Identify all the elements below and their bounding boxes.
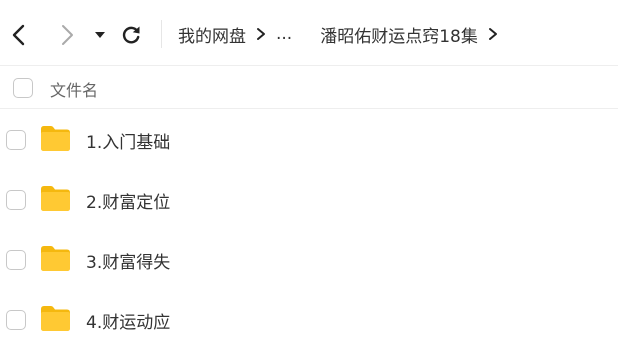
list-item[interactable]: 1.入门基础 bbox=[0, 112, 618, 168]
list-item[interactable]: 2.财富定位 bbox=[0, 172, 618, 228]
select-all-checkbox[interactable] bbox=[13, 78, 33, 98]
folder-icon bbox=[40, 304, 71, 332]
list-item[interactable]: 4.财运动应 bbox=[0, 292, 618, 348]
row-checkbox[interactable] bbox=[6, 310, 26, 330]
folder-icon bbox=[40, 184, 71, 212]
list-item[interactable]: 3.财富得失 bbox=[0, 232, 618, 288]
breadcrumb-ellipsis[interactable]: ... bbox=[276, 24, 292, 44]
caret-down-icon bbox=[95, 32, 105, 38]
chevron-right-icon bbox=[62, 25, 73, 45]
breadcrumb: 我的网盘 ... 潘昭佑财运点窍18集 bbox=[178, 22, 508, 47]
folder-icon bbox=[40, 124, 71, 152]
row-checkbox[interactable] bbox=[6, 130, 26, 150]
breadcrumb-separator-icon bbox=[488, 27, 498, 41]
list-item-label: 2.财富定位 bbox=[86, 193, 171, 213]
list-item-label: 1.入门基础 bbox=[86, 133, 171, 153]
breadcrumb-root[interactable]: 我的网盘 bbox=[178, 22, 246, 47]
row-checkbox[interactable] bbox=[6, 190, 26, 210]
list-item-label: 4.财运动应 bbox=[86, 313, 171, 333]
folder-icon bbox=[40, 244, 71, 272]
chevron-left-icon bbox=[12, 24, 25, 46]
toolbar-divider bbox=[161, 20, 162, 48]
forward-button[interactable] bbox=[52, 20, 82, 50]
back-button[interactable] bbox=[4, 20, 34, 50]
list-header: 文件名 bbox=[0, 66, 618, 109]
breadcrumb-separator-icon bbox=[256, 27, 266, 41]
refresh-button[interactable] bbox=[116, 20, 146, 50]
list-item-label: 3.财富得失 bbox=[86, 253, 171, 273]
column-header-filename[interactable]: 文件名 bbox=[50, 77, 98, 101]
breadcrumb-current[interactable]: 潘昭佑财运点窍18集 bbox=[320, 22, 478, 47]
row-checkbox[interactable] bbox=[6, 250, 26, 270]
history-dropdown-button[interactable] bbox=[88, 20, 112, 50]
refresh-icon bbox=[122, 26, 140, 44]
file-browser: 我的网盘 ... 潘昭佑财运点窍18集 文件名 1.入门基础 2.财富定位 3.… bbox=[0, 0, 618, 359]
toolbar: 我的网盘 ... 潘昭佑财运点窍18集 bbox=[0, 0, 618, 66]
